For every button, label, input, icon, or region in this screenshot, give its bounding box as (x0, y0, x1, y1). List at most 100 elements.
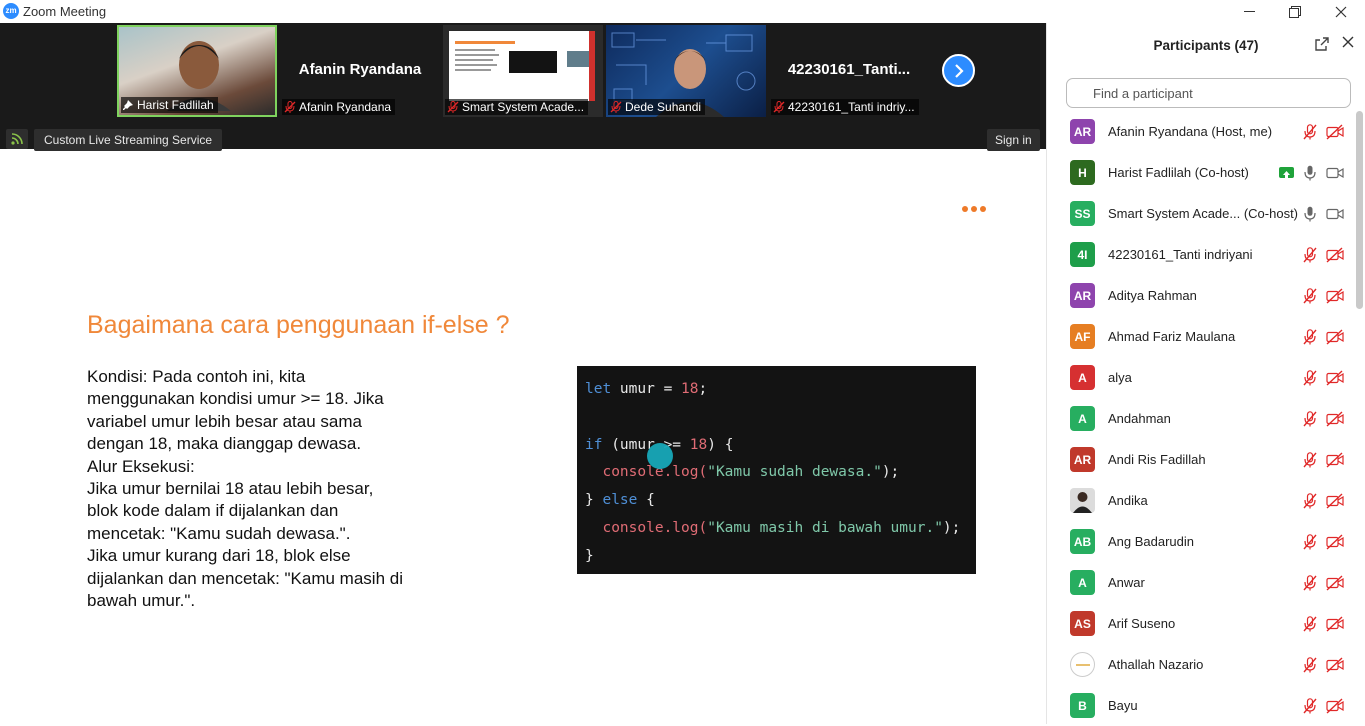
video-tile-nametag: 42230161_Tanti indriy... (771, 99, 919, 115)
mic-muted-icon[interactable] (1303, 492, 1317, 509)
sign-in-button[interactable]: Sign in (987, 129, 1040, 151)
code-snippet: let umur = 18; if (umur >= 18) { console… (577, 366, 976, 574)
video-tile-tanti[interactable]: 42230161_Tanti... 42230161_Tanti indriy.… (769, 25, 929, 117)
participant-list-scrollbar[interactable] (1356, 111, 1363, 309)
participant-row[interactable]: A Andahman (1047, 398, 1357, 439)
shared-screen-thumbnail (449, 31, 595, 101)
participant-name: Aditya Rahman (1108, 288, 1197, 303)
meeting-stage: Harist Fadlilah Afanin Ryandana Afanin R… (0, 23, 1046, 724)
participant-row[interactable]: 4I 42230161_Tanti indriyani (1047, 234, 1357, 275)
avatar: H (1070, 160, 1095, 185)
participant-row[interactable]: AR Andi Ris Fadillah (1047, 439, 1357, 480)
camera-off-icon[interactable] (1326, 410, 1344, 427)
video-tile-screen-share[interactable]: Smart System Acade... (443, 25, 603, 117)
close-panel-button[interactable] (1342, 35, 1354, 53)
participant-search-input[interactable] (1066, 78, 1351, 108)
mic-muted-icon (447, 101, 459, 113)
minimize-icon (1244, 10, 1255, 12)
participant-name: Athallah Nazario (1108, 657, 1204, 672)
mic-muted-icon[interactable] (1303, 574, 1317, 591)
camera-off-icon[interactable] (1326, 492, 1344, 509)
video-tile-nametag: Harist Fadlilah (121, 97, 218, 113)
participant-row[interactable]: Athallah Nazario (1047, 644, 1357, 685)
slide-body-text: Kondisi: Pada contoh ini, kita menggunak… (87, 367, 403, 611)
avatar: 4I (1070, 242, 1095, 267)
mic-muted-icon (610, 101, 622, 113)
camera-off-icon[interactable] (1326, 246, 1344, 263)
participant-name: Ahmad Fariz Maulana (1108, 329, 1236, 344)
chevron-right-icon (954, 63, 964, 78)
mic-icon[interactable] (1303, 165, 1317, 181)
mic-icon[interactable] (1303, 206, 1317, 222)
camera-off-icon[interactable] (1326, 533, 1344, 550)
camera-off-icon[interactable] (1326, 697, 1344, 714)
camera-off-icon[interactable] (1326, 451, 1344, 468)
avatar: AR (1070, 283, 1095, 308)
avatar: AB (1070, 529, 1095, 554)
mic-muted-icon[interactable] (1303, 615, 1317, 632)
video-tile-harist[interactable]: Harist Fadlilah (117, 25, 277, 117)
avatar: AR (1070, 447, 1095, 472)
participant-row[interactable]: AF Ahmad Fariz Maulana (1047, 316, 1357, 357)
participant-row[interactable]: Andika (1047, 480, 1357, 521)
close-window-button[interactable] (1318, 0, 1363, 23)
mic-muted-icon[interactable] (1303, 410, 1317, 427)
minimize-button[interactable] (1227, 0, 1272, 23)
participant-name: alya (1108, 370, 1132, 385)
avatar: AR (1070, 119, 1095, 144)
participant-row[interactable]: SS Smart System Acade... (Co-host) (1047, 193, 1357, 234)
mic-muted-icon[interactable] (1303, 656, 1317, 673)
participant-row[interactable]: A Anwar (1047, 562, 1357, 603)
mic-muted-icon[interactable] (1303, 123, 1317, 140)
participant-row[interactable]: AB Ang Badarudin (1047, 521, 1357, 562)
participant-row[interactable]: H Harist Fadlilah (Co-host) (1047, 152, 1357, 193)
participant-row[interactable]: B Bayu (1047, 685, 1357, 726)
camera-off-icon[interactable] (1326, 123, 1344, 140)
live-stream-icon[interactable] (6, 129, 28, 149)
video-tile-dede[interactable]: Dede Suhandi (606, 25, 766, 117)
participant-name: Afanin Ryandana (Host, me) (1108, 124, 1273, 139)
mic-muted-icon (773, 101, 785, 113)
camera-icon[interactable] (1326, 206, 1344, 222)
participant-name: Arif Suseno (1108, 616, 1176, 631)
camera-off-icon[interactable] (1326, 656, 1344, 673)
camera-off-icon[interactable] (1326, 369, 1344, 386)
participant-name: Andi Ris Fadillah (1108, 452, 1206, 467)
participant-name: Anwar (1108, 575, 1145, 590)
avatar: A (1070, 365, 1095, 390)
mic-muted-icon[interactable] (1303, 697, 1317, 714)
more-options-icon[interactable] (962, 206, 986, 212)
participant-name: Bayu (1108, 698, 1138, 713)
zoom-logo-icon: zm (3, 3, 19, 19)
mic-muted-icon[interactable] (1303, 451, 1317, 468)
participant-row[interactable]: AR Aditya Rahman (1047, 275, 1357, 316)
camera-off-icon[interactable] (1326, 287, 1344, 304)
mic-muted-icon[interactable] (1303, 369, 1317, 386)
streaming-service-label[interactable]: Custom Live Streaming Service (34, 129, 223, 151)
participant-row[interactable]: Aalya (1047, 357, 1357, 398)
mic-muted-icon (284, 101, 296, 113)
mic-muted-icon[interactable] (1303, 246, 1317, 263)
slide-title: Bagaimana cara penggunaan if-else ? (87, 311, 510, 339)
participant-row[interactable]: AS Arif Suseno (1047, 603, 1357, 644)
tile-display-name: 42230161_Tanti... (787, 61, 911, 78)
restore-button[interactable] (1272, 0, 1317, 23)
avatar: A (1070, 570, 1095, 595)
avatar (1070, 488, 1095, 513)
tile-display-name: Afanin Ryandana (298, 61, 422, 78)
video-strip: Harist Fadlilah Afanin Ryandana Afanin R… (0, 23, 1046, 151)
participant-row[interactable]: AR Afanin Ryandana (Host, me) (1047, 111, 1357, 152)
mic-muted-icon[interactable] (1303, 328, 1317, 345)
mic-muted-icon[interactable] (1303, 533, 1317, 550)
video-tile-afanin[interactable]: Afanin Ryandana Afanin Ryandana (280, 25, 440, 117)
avatar: SS (1070, 201, 1095, 226)
camera-off-icon[interactable] (1326, 574, 1344, 591)
camera-off-icon[interactable] (1326, 328, 1344, 345)
avatar: A (1070, 406, 1095, 431)
popout-icon[interactable] (1315, 37, 1329, 51)
next-page-button[interactable] (942, 54, 975, 87)
participant-name: Andika (1108, 493, 1148, 508)
camera-icon[interactable] (1326, 165, 1344, 181)
camera-off-icon[interactable] (1326, 615, 1344, 632)
mic-muted-icon[interactable] (1303, 287, 1317, 304)
